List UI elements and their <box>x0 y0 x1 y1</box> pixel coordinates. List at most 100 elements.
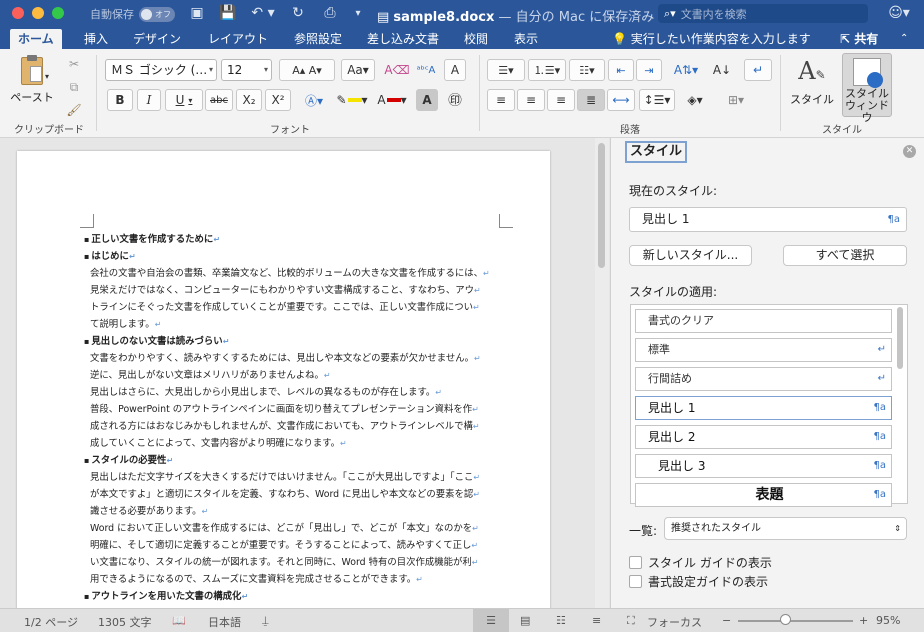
minimize-window-button[interactable] <box>32 7 44 19</box>
style-item[interactable]: 書式のクリア <box>635 309 892 333</box>
italic-button[interactable]: I <box>137 89 161 111</box>
style-item[interactable]: 行間詰め ↵ <box>635 367 892 391</box>
collapse-ribbon-icon[interactable]: ⌃ <box>900 27 908 49</box>
borders-icon[interactable]: ⊞▾ <box>718 89 754 111</box>
scrollbar-thumb[interactable] <box>598 143 605 268</box>
redo-icon[interactable]: ↻ <box>289 4 307 22</box>
line-spacing-button[interactable]: ↕☰▾ <box>639 89 675 111</box>
styles-gallery-button[interactable]: A✎ スタイル <box>788 55 836 111</box>
scrollbar-thumb[interactable] <box>897 307 903 369</box>
phonetic-guide-icon[interactable]: ᵃᵇᶜA <box>414 59 438 81</box>
grow-font-button[interactable]: A▴ A▾ <box>279 59 335 81</box>
font-color-icon[interactable]: A ▾ <box>374 89 410 111</box>
align-left-button[interactable]: ≡ <box>487 89 515 111</box>
format-guide-checkbox[interactable] <box>629 575 642 588</box>
subscript-button[interactable]: X₂ <box>236 89 262 111</box>
tab-layout[interactable]: レイアウト <box>200 29 276 49</box>
style-item[interactable]: 見出し 1 ¶a <box>635 396 892 420</box>
list-select[interactable]: 推奨されたスタイル ⇕ <box>664 517 907 540</box>
align-right-button[interactable]: ≡ <box>547 89 575 111</box>
font-size-select[interactable]: 12 ▾ <box>221 59 272 81</box>
search-input[interactable]: 文書内を検索 <box>681 6 747 22</box>
focus-icon[interactable]: ⛶ <box>627 614 635 628</box>
autosave-control[interactable]: 自動保存 オフ <box>90 6 175 22</box>
enclose-characters-icon[interactable]: ㊞ <box>443 89 467 111</box>
zoom-level[interactable]: 95% <box>876 614 900 627</box>
outline-icon[interactable]: ☷ <box>556 614 566 627</box>
style-item[interactable]: 見出し 2 ¶a <box>635 425 892 449</box>
tab-mailings[interactable]: 差し込み文書 <box>359 29 447 49</box>
share-button[interactable]: ⇱ 共有 <box>840 29 878 49</box>
align-center-button[interactable]: ≡ <box>517 89 545 111</box>
track-changes-icon[interactable]: ⍊ <box>262 614 269 628</box>
zoom-window-button[interactable] <box>52 7 64 19</box>
character-border-button[interactable]: A <box>444 59 466 81</box>
clear-formatting-icon[interactable]: A⌫ <box>384 59 409 81</box>
language[interactable]: 日本語 <box>208 614 241 630</box>
copy-icon[interactable]: ⧉ <box>66 76 82 98</box>
sort-icon[interactable]: A↓ <box>709 59 735 81</box>
style-guide-checkbox[interactable] <box>629 556 642 569</box>
cut-icon[interactable]: ✂ <box>66 53 82 75</box>
highlight-icon[interactable]: ✎ ▾ <box>334 89 370 111</box>
tab-home[interactable]: ホーム <box>10 29 62 49</box>
numbering-button[interactable]: ⒈☰▾ <box>528 59 566 81</box>
multilevel-list-button[interactable]: ☷▾ <box>569 59 605 81</box>
change-case-button[interactable]: Aa▾ <box>341 59 375 81</box>
bold-button[interactable]: B <box>107 89 133 111</box>
character-shading-button[interactable]: A <box>416 89 438 111</box>
paste-dropdown-icon[interactable]: ▾ <box>45 65 49 87</box>
tab-insert[interactable]: 挿入 <box>76 29 116 49</box>
undo-icon[interactable]: ↶ ▾ <box>249 4 277 22</box>
distributed-button[interactable]: ⟷ <box>607 89 635 111</box>
print-icon[interactable]: ⎙ <box>321 4 339 22</box>
superscript-button[interactable]: X² <box>265 89 291 111</box>
draft-icon[interactable]: ≡ <box>592 614 601 627</box>
zoom-slider[interactable] <box>738 620 853 622</box>
shading-icon[interactable]: ◈▾ <box>680 89 710 111</box>
bullets-button[interactable]: ☰▾ <box>487 59 525 81</box>
style-item[interactable]: 標準 ↵ <box>635 338 892 362</box>
style-item[interactable]: 表題 ¶a <box>635 483 892 507</box>
print-layout-icon[interactable]: ☰ <box>473 609 509 632</box>
font-name-select[interactable]: ＭＳ ゴシック (… ▾ <box>105 59 217 81</box>
underline-button[interactable]: U ▾ <box>165 89 203 111</box>
sidebar-icon[interactable]: ▣ <box>188 4 206 22</box>
zoom-out-icon[interactable]: − <box>722 614 731 627</box>
document-page[interactable]: 正しい文書を作成するために↵はじめに↵会社の文書や自治会の書類、卒業論文など、比… <box>17 151 550 621</box>
decrease-indent-button[interactable]: ⇤ <box>608 59 634 81</box>
smiley-feedback-icon[interactable]: ☺▾ <box>887 4 911 22</box>
format-painter-icon[interactable]: 🖌 <box>66 99 82 121</box>
style-window-button[interactable]: スタイル ウィンドウ <box>842 53 892 124</box>
style-list[interactable]: 書式のクリア 標準 ↵ 行間詰め ↵ 見出し 1 ¶a 見出し 2 ¶a 見出し 3 ¶a 表題 ¶a <box>630 304 908 507</box>
close-icon[interactable]: ✕ <box>903 145 916 158</box>
save-icon[interactable]: 💾 <box>219 4 237 22</box>
search-box[interactable]: ⌕▾ 文書内を検索 <box>658 4 868 23</box>
word-count[interactable]: 1305 文字 <box>98 614 152 630</box>
zoom-slider-knob[interactable] <box>780 614 791 625</box>
text-direction-icon[interactable]: A⇅▾ <box>669 59 703 81</box>
strikethrough-button[interactable]: abc <box>205 89 233 111</box>
increase-indent-button[interactable]: ⇥ <box>636 59 662 81</box>
customize-toolbar-icon[interactable]: ▾ <box>352 4 364 22</box>
document-scrollbar[interactable] <box>595 138 609 608</box>
style-list-scrollbar[interactable] <box>896 307 904 502</box>
style-item[interactable]: 見出し 3 ¶a <box>635 454 892 478</box>
tab-review[interactable]: 校閲 <box>456 29 496 49</box>
justify-button[interactable]: ≣ <box>577 89 605 111</box>
new-style-button[interactable]: 新しいスタイル... <box>629 245 752 266</box>
close-window-button[interactable] <box>12 7 24 19</box>
tell-me-box[interactable]: 💡 実行したい作業内容を入力します <box>612 29 811 49</box>
show-formatting-icon[interactable]: ↵ <box>744 59 772 81</box>
tab-design[interactable]: デザイン <box>125 29 189 49</box>
document-body[interactable]: 正しい文書を作成するために↵はじめに↵会社の文書や自治会の書類、卒業論文など、比… <box>90 231 510 605</box>
tab-view[interactable]: 表示 <box>506 29 546 49</box>
focus-label[interactable]: フォーカス <box>647 614 702 630</box>
web-layout-icon[interactable]: ▤ <box>520 614 530 627</box>
page-count[interactable]: 1/2 ページ <box>24 614 78 630</box>
zoom-in-icon[interactable]: + <box>859 614 868 627</box>
text-effects-icon[interactable]: Ⓐ▾ <box>299 89 329 111</box>
proofing-icon[interactable]: 📖 <box>172 614 186 627</box>
autosave-toggle[interactable]: オフ <box>139 6 175 22</box>
tab-references[interactable]: 参照設定 <box>286 29 350 49</box>
